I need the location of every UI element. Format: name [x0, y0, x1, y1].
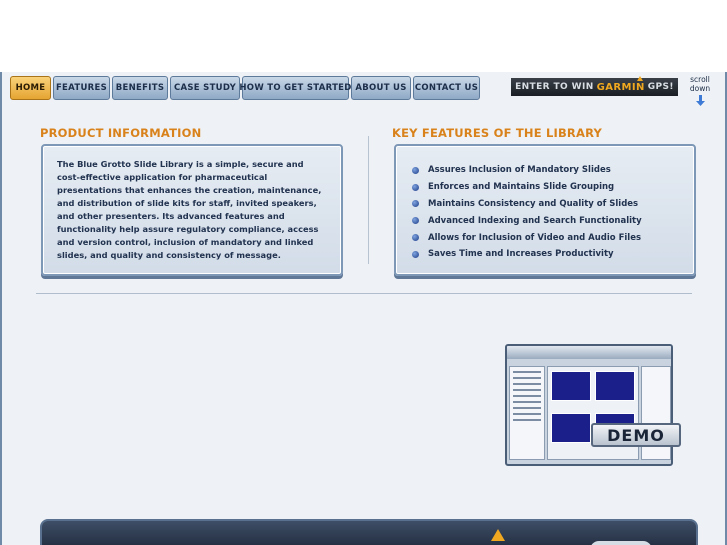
bullet-icon	[412, 183, 419, 191]
tab-case-study[interactable]: CASE STUDY	[170, 76, 240, 100]
vertical-divider	[368, 136, 369, 264]
scroll-down-link[interactable]: scroll down	[679, 75, 721, 106]
promo-text-post: GPS!	[647, 82, 674, 92]
bullet-icon	[412, 217, 419, 225]
key-features-panel: Assures Inclusion of Mandatory Slides En…	[394, 144, 696, 276]
product-info-heading: PRODUCT INFORMATION	[40, 126, 202, 140]
banner-pill-shape	[590, 541, 652, 545]
product-info-panel: The Blue Grotto Slide Library is a simpl…	[41, 144, 343, 276]
thumbnail-toolbar	[507, 346, 671, 359]
tab-features[interactable]: FEATURES	[53, 76, 110, 100]
scroll-down-label: scroll down	[689, 75, 711, 93]
list-item: Maintains Consistency and Quality of Sli…	[412, 196, 642, 213]
list-item: Saves Time and Increases Productivity	[412, 246, 642, 263]
thumbnail-slide	[551, 371, 591, 401]
features-list: Assures Inclusion of Mandatory Slides En…	[412, 162, 642, 263]
garmin-logo-triangle-icon	[491, 529, 505, 541]
list-item: Allows for Inclusion of Video and Audio …	[412, 229, 642, 246]
tab-benefits[interactable]: BENEFITS	[112, 76, 168, 100]
bullet-icon	[412, 234, 419, 242]
page-frame: HOME FEATURES BENEFITS CASE STUDY HOW TO…	[0, 72, 727, 545]
list-item: Enforces and Maintains Slide Grouping	[412, 179, 642, 196]
tab-how-to-get-started[interactable]: HOW TO GET STARTED	[239, 76, 351, 100]
garmin-logo-triangle-icon	[637, 76, 643, 81]
bullet-icon	[412, 200, 419, 208]
demo-link[interactable]: DEMO	[505, 344, 681, 468]
bottom-banner[interactable]	[40, 519, 698, 545]
app-screenshot-thumbnail	[505, 344, 673, 466]
arrow-down-icon	[695, 95, 705, 106]
garmin-promo-banner[interactable]: ENTER TO WIN GARMIN GPS!	[511, 76, 678, 96]
demo-button[interactable]: DEMO	[591, 423, 681, 447]
promo-brand: GARMIN	[596, 81, 645, 93]
list-item: Advanced Indexing and Search Functionali…	[412, 212, 642, 229]
product-description: The Blue Grotto Slide Library is a simpl…	[57, 159, 322, 260]
tab-about-us[interactable]: ABOUT US	[351, 76, 411, 100]
thumbnail-sidebar	[509, 366, 545, 460]
thumbnail-slide	[551, 413, 591, 443]
thumbnail-slide	[595, 371, 635, 401]
bullet-icon	[412, 250, 419, 258]
list-item: Assures Inclusion of Mandatory Slides	[412, 162, 642, 179]
tab-home[interactable]: HOME	[10, 76, 51, 100]
horizontal-divider	[36, 293, 692, 294]
promo-text-pre: ENTER TO WIN	[515, 82, 594, 92]
tab-contact-us[interactable]: CONTACT US	[413, 76, 480, 100]
key-features-heading: KEY FEATURES OF THE LIBRARY	[392, 126, 603, 140]
main-nav: HOME FEATURES BENEFITS CASE STUDY HOW TO…	[10, 76, 480, 100]
bullet-icon	[412, 166, 419, 174]
